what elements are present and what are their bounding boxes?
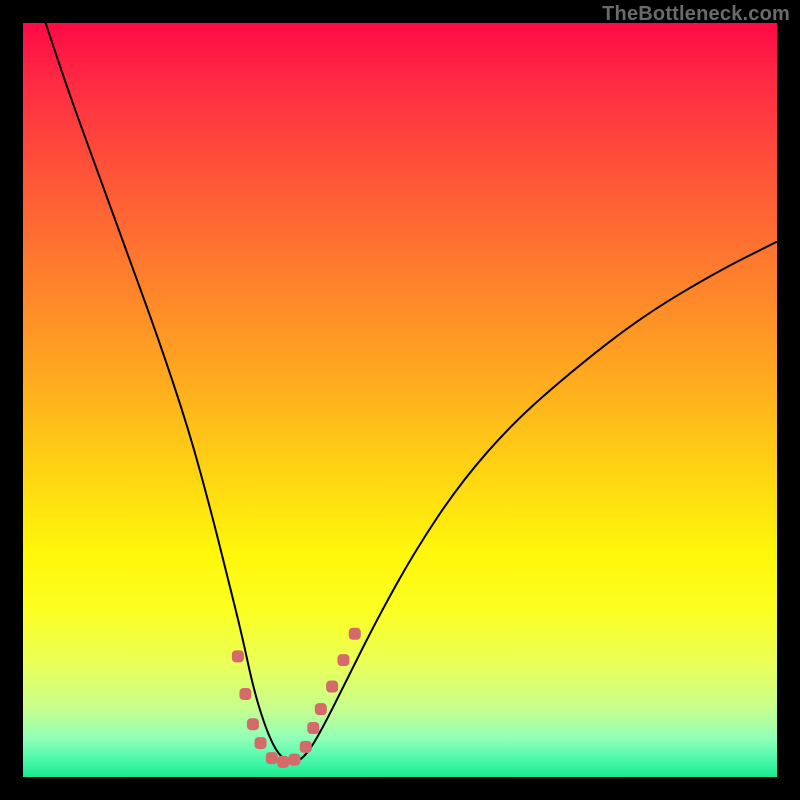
- optimal-zone-markers: [232, 628, 361, 768]
- optimal-marker: [239, 688, 251, 700]
- optimal-marker: [326, 681, 338, 693]
- optimal-marker: [315, 703, 327, 715]
- watermark-text: TheBottleneck.com: [602, 3, 790, 26]
- optimal-marker: [307, 722, 319, 734]
- optimal-marker: [247, 718, 259, 730]
- optimal-marker: [337, 654, 349, 666]
- bottleneck-curve: [23, 23, 777, 777]
- optimal-marker: [288, 754, 300, 766]
- optimal-marker: [349, 628, 361, 640]
- optimal-marker: [277, 756, 289, 768]
- plot-area: [23, 23, 777, 777]
- optimal-marker: [255, 737, 267, 749]
- curve-line: [46, 23, 777, 762]
- optimal-marker: [266, 752, 278, 764]
- optimal-marker: [232, 650, 244, 662]
- optimal-marker: [300, 741, 312, 753]
- chart-frame: TheBottleneck.com: [0, 0, 800, 800]
